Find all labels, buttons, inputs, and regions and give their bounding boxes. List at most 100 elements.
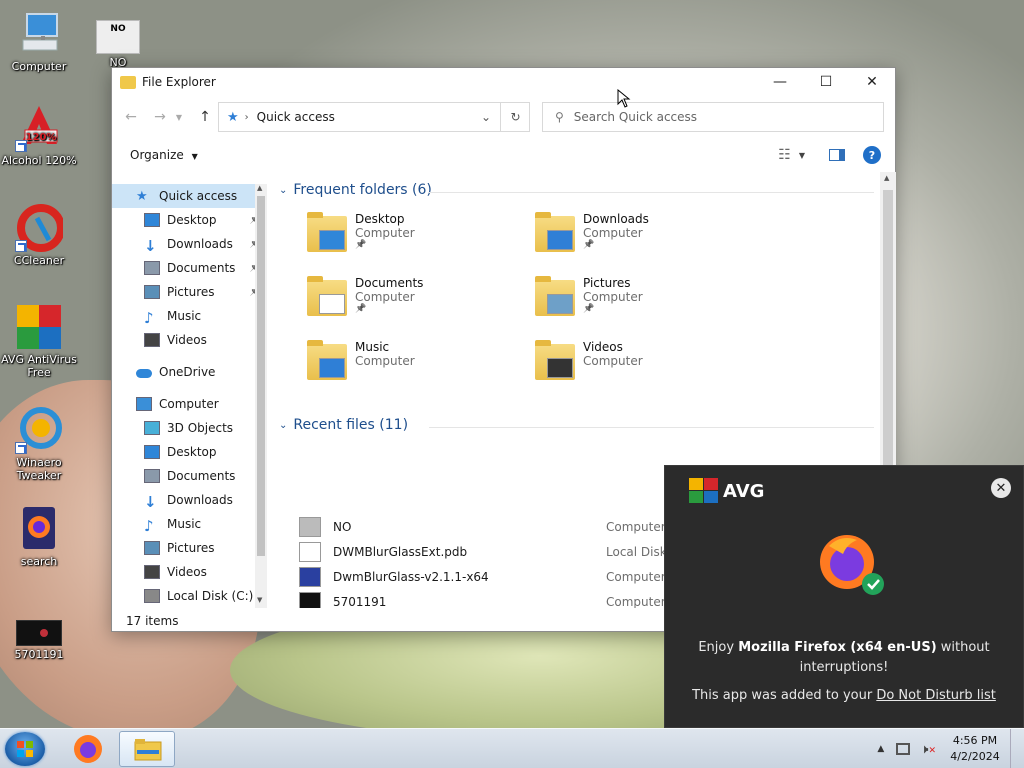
close-button[interactable]: ✕ — [849, 68, 895, 96]
recent-locations-chevron-icon[interactable]: ▼ — [172, 104, 186, 130]
taskbar-firefox-button[interactable] — [60, 731, 116, 767]
preview-pane-icon[interactable] — [829, 149, 845, 161]
desktop-icon-no[interactable]: NO NO — [80, 20, 156, 69]
sidebar-item[interactable]: 3D Objects — [112, 416, 267, 440]
frequent-folder-tile[interactable]: Music Computer — [307, 340, 527, 396]
notification-message: Enjoy Mozilla Firefox (x64 en-US) withou… — [665, 638, 1023, 678]
minimize-button[interactable]: — — [757, 68, 803, 96]
sidebar-item[interactable]: Documents — [112, 464, 267, 488]
no-image-icon: NO — [96, 20, 140, 54]
show-desktop-button[interactable] — [1010, 729, 1024, 768]
desktop-icon-computer[interactable]: Computer — [1, 10, 77, 73]
videos-folder-icon — [144, 333, 160, 347]
refresh-button[interactable]: ↻ — [500, 102, 530, 132]
sidebar-item[interactable]: Documents📌 — [112, 256, 267, 280]
file-icon — [299, 566, 321, 587]
footer-text: This app was added to your — [692, 688, 877, 703]
desktop-icon-avg[interactable]: AVG AntiVirus Free — [1, 303, 77, 379]
sidebar-item[interactable]: Computer — [112, 392, 267, 416]
sidebar-item-label: Local Disk (C:) — [167, 589, 254, 603]
sidebar-item[interactable]: Pictures — [112, 536, 267, 560]
desktop-icon-winaero[interactable]: Winaero Tweaker — [1, 406, 77, 482]
sidebar-scroll-up-icon[interactable]: ▲ — [257, 184, 262, 192]
sidebar-item[interactable]: Videos — [112, 328, 267, 352]
content-scroll-up-icon[interactable]: ▲ — [884, 174, 889, 182]
close-icon: ✕ — [995, 480, 1007, 496]
documents-folder-icon — [144, 469, 160, 483]
search-box[interactable]: ⚲ Search Quick access — [542, 102, 884, 132]
pin-icon: 📌 — [583, 240, 595, 250]
organize-label: Organize — [130, 148, 184, 162]
network-icon[interactable] — [896, 743, 911, 755]
frequent-folder-tile[interactable]: Desktop Computer 📌 — [307, 212, 527, 268]
folder-overlay-icon — [547, 294, 573, 314]
address-dropdown-chevron-icon[interactable]: ⌄ — [481, 110, 491, 124]
sidebar-item[interactable]: Pictures📌 — [112, 280, 267, 304]
sidebar-item[interactable]: ♪ Music — [112, 512, 267, 536]
frequent-folder-tile[interactable]: Downloads Computer 📌 — [535, 212, 755, 268]
clock[interactable]: 4:56 PM 4/2/2024 — [940, 733, 1010, 765]
close-notification-button[interactable]: ✕ — [991, 478, 1011, 498]
title-bar[interactable]: File Explorer — ☐ ✕ — [112, 68, 895, 96]
sidebar-scroll-down-icon[interactable]: ▼ — [257, 596, 262, 604]
frequent-folder-tile[interactable]: Videos Computer — [535, 340, 755, 396]
forward-arrow-icon[interactable]: → — [147, 104, 173, 130]
desktop-icon-ccleaner[interactable]: CCleaner — [1, 204, 77, 267]
downloads-folder-icon: ↓ — [144, 493, 157, 511]
desktop-folder-icon — [144, 445, 160, 459]
help-icon[interactable]: ? — [863, 146, 881, 164]
volume-muted-icon[interactable]: 🕨✕ — [920, 742, 936, 757]
frequent-folder-tile[interactable]: Pictures Computer 📌 — [535, 276, 755, 332]
do-not-disturb-link[interactable]: Do Not Disturb list — [876, 688, 996, 703]
sidebar-item[interactable]: ↓Downloads📌 — [112, 232, 267, 256]
sidebar-item[interactable]: OneDrive — [112, 360, 267, 384]
sidebar-item[interactable]: Desktop — [112, 440, 267, 464]
show-hidden-icons-icon[interactable]: ▲ — [877, 744, 884, 754]
pin-icon: 📌 — [355, 304, 367, 314]
desktop-icon-label: 5701191 — [14, 648, 64, 661]
file-icon — [299, 541, 321, 562]
shortcut-arrow-icon — [15, 442, 27, 454]
view-options-icon[interactable]: ☷ — [778, 147, 791, 163]
navigation-pane[interactable]: ★Quick accessDesktop📌↓Downloads📌Document… — [112, 184, 267, 608]
alcohol-120-icon: 120% — [15, 104, 63, 152]
sidebar-item[interactable]: ↓ Downloads — [112, 488, 267, 512]
image-thumbnail-icon — [16, 620, 62, 646]
sidebar-item[interactable]: Desktop📌 — [112, 208, 267, 232]
pin-icon: 📌 — [583, 304, 595, 314]
sidebar-item[interactable]: Videos — [112, 560, 267, 584]
sidebar-item[interactable]: ♪ Music — [112, 304, 267, 328]
maximize-button[interactable]: ☐ — [803, 68, 849, 96]
firefox-file-icon — [15, 505, 63, 553]
folder-icon — [307, 276, 351, 320]
back-arrow-icon[interactable]: ← — [118, 104, 144, 130]
clock-time: 4:56 PM — [952, 734, 998, 747]
3d-objects-icon — [144, 421, 160, 435]
sidebar-scrollbar-thumb[interactable] — [257, 196, 265, 556]
folder-overlay-icon — [319, 294, 345, 314]
address-bar[interactable]: ★ › Quick access ⌄ — [218, 102, 530, 132]
folder-name: Videos — [583, 340, 623, 354]
up-arrow-icon[interactable]: ↑ — [192, 104, 218, 130]
frequent-folder-tile[interactable]: Documents Computer 📌 — [307, 276, 527, 332]
taskbar-file-explorer-button[interactable] — [119, 731, 175, 767]
recent-files-header[interactable]: ⌄ Recent files (11) — [279, 417, 408, 433]
music-folder-icon: ♪ — [144, 517, 154, 535]
avg-notification[interactable]: AVG ✕ Enjoy Mozilla Firefox (x64 en-US) … — [664, 465, 1024, 728]
pictures-folder-icon — [144, 285, 160, 299]
sidebar-item-label: Documents — [167, 469, 236, 483]
frequent-folders-header[interactable]: ⌄ Frequent folders (6) — [279, 182, 432, 198]
desktop-icon-search[interactable]: search — [1, 505, 77, 568]
folder-overlay-icon — [547, 230, 573, 250]
file-icon — [299, 516, 321, 537]
desktop-icon-5701191[interactable]: 5701191 — [1, 620, 77, 661]
organize-button[interactable]: Organize ▼ — [130, 148, 198, 162]
sidebar-item[interactable]: ★ Quick access — [112, 184, 267, 208]
start-button[interactable] — [5, 732, 45, 766]
frequent-folders-title: Frequent folders (6) — [293, 182, 432, 198]
section-divider — [429, 427, 874, 428]
folder-name: Pictures — [583, 276, 631, 290]
sidebar-item[interactable]: Local Disk (C:) — [112, 584, 267, 608]
view-chevron-down-icon[interactable]: ▼ — [799, 151, 805, 160]
desktop-icon-alcohol[interactable]: 120% Alcohol 120% — [1, 104, 77, 167]
